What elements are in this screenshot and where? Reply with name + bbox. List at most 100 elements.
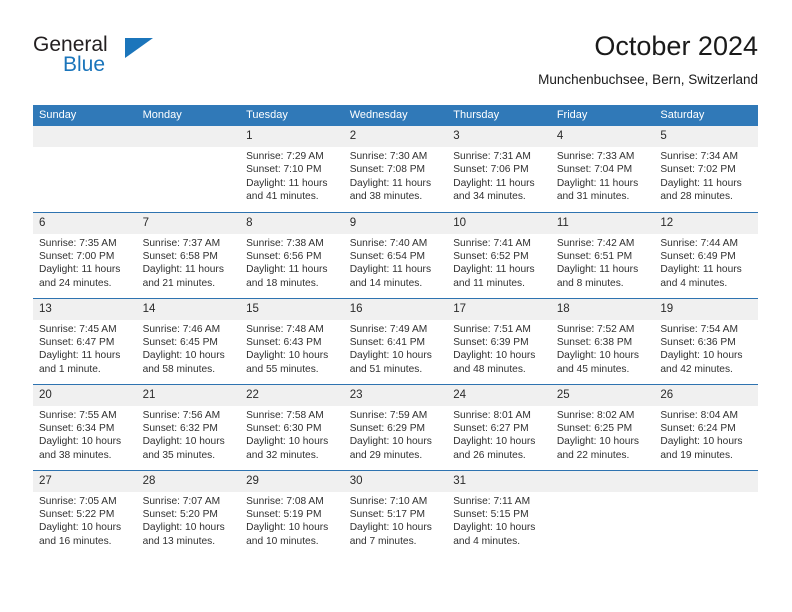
calendar-cell[interactable]: 27 Sunrise: 7:05 AM Sunset: 5:22 PM Dayl… (33, 469, 137, 556)
day-details: Sunrise: 8:02 AM Sunset: 6:25 PM Dayligh… (551, 406, 655, 463)
calendar-cell[interactable]: 25 Sunrise: 8:02 AM Sunset: 6:25 PM Dayl… (550, 383, 655, 470)
calendar-cell[interactable]: 26 Sunrise: 8:04 AM Sunset: 6:24 PM Dayl… (654, 383, 758, 470)
sunrise-text: Sunrise: 7:29 AM (246, 151, 324, 162)
daylight-text-line1: Daylight: 11 hours (349, 264, 432, 276)
calendar-table: Sunday Monday Tuesday Wednesday Thursday… (33, 105, 758, 556)
day-number: 19 (654, 298, 758, 320)
sunset-text: Sunset: 6:43 PM (246, 336, 322, 348)
calendar-header-row: Sunday Monday Tuesday Wednesday Thursday… (33, 105, 758, 126)
calendar-cell[interactable] (136, 126, 241, 212)
daylight-text-line1: Daylight: 10 hours (142, 436, 225, 448)
calendar-cell[interactable]: 1 Sunrise: 7:29 AM Sunset: 7:10 PM Dayli… (240, 126, 344, 212)
calendar-cell[interactable]: 19 Sunrise: 7:54 AM Sunset: 6:36 PM Dayl… (654, 297, 758, 384)
sunset-text: Sunset: 5:17 PM (349, 508, 426, 520)
calendar-cell[interactable] (33, 126, 137, 212)
daylight-text-line1: Daylight: 10 hours (246, 522, 329, 534)
logo-secondary-text: Blue (63, 53, 106, 76)
day-number: 21 (136, 384, 241, 406)
calendar-cell[interactable]: 20 Sunrise: 7:55 AM Sunset: 6:34 PM Dayl… (33, 383, 137, 470)
daylight-text-line1: Daylight: 11 hours (660, 177, 742, 189)
day-number: 29 (240, 470, 344, 492)
calendar-cell[interactable]: 6 Sunrise: 7:35 AM Sunset: 7:00 PM Dayli… (33, 211, 137, 298)
day-details: Sunrise: 7:40 AM Sunset: 6:54 PM Dayligh… (344, 234, 448, 291)
day-number: 12 (654, 212, 758, 234)
calendar-cell[interactable]: 14 Sunrise: 7:46 AM Sunset: 6:45 PM Dayl… (136, 297, 241, 384)
calendar-body: 1 Sunrise: 7:29 AM Sunset: 7:10 PM Dayli… (33, 126, 758, 556)
page-title: October 2024 (594, 31, 758, 61)
day-details: Sunrise: 7:35 AM Sunset: 7:00 PM Dayligh… (33, 234, 137, 291)
sunset-text: Sunset: 6:45 PM (142, 336, 218, 348)
calendar-week-row: 20 Sunrise: 7:55 AM Sunset: 6:34 PM Dayl… (33, 383, 758, 470)
day-number: 14 (136, 298, 241, 320)
sunset-text: Sunset: 6:24 PM (660, 422, 736, 434)
daylight-text-line1: Daylight: 10 hours (246, 350, 329, 362)
daylight-text-line2: and 19 minutes. (660, 449, 733, 461)
sunrise-text: Sunrise: 7:55 AM (39, 409, 117, 421)
day-details (137, 147, 241, 150)
day-details: Sunrise: 7:33 AM Sunset: 7:04 PM Dayligh… (551, 147, 655, 204)
day-details: Sunrise: 7:42 AM Sunset: 6:51 PM Dayligh… (551, 234, 655, 291)
calendar-cell[interactable]: 10 Sunrise: 7:41 AM Sunset: 6:52 PM Dayl… (447, 211, 551, 298)
day-details: Sunrise: 7:05 AM Sunset: 5:22 PM Dayligh… (33, 492, 137, 549)
calendar-cell[interactable]: 29 Sunrise: 7:08 AM Sunset: 5:19 PM Dayl… (240, 469, 344, 556)
day-number: 27 (33, 470, 137, 492)
calendar-cell[interactable]: 12 Sunrise: 7:44 AM Sunset: 6:49 PM Dayl… (654, 211, 758, 298)
calendar-cell[interactable]: 28 Sunrise: 7:07 AM Sunset: 5:20 PM Dayl… (136, 469, 241, 556)
calendar-cell[interactable]: 15 Sunrise: 7:48 AM Sunset: 6:43 PM Dayl… (240, 297, 344, 384)
calendar-cell[interactable]: 16 Sunrise: 7:49 AM Sunset: 6:41 PM Dayl… (343, 297, 448, 384)
calendar-cell[interactable]: 4 Sunrise: 7:33 AM Sunset: 7:04 PM Dayli… (550, 126, 655, 212)
calendar-cell[interactable]: 21 Sunrise: 7:56 AM Sunset: 6:32 PM Dayl… (136, 383, 241, 470)
calendar-cell[interactable]: 30 Sunrise: 7:10 AM Sunset: 5:17 PM Dayl… (343, 469, 448, 556)
calendar-cell[interactable]: 17 Sunrise: 7:51 AM Sunset: 6:39 PM Dayl… (447, 297, 551, 384)
daylight-text-line1: Daylight: 10 hours (660, 436, 743, 448)
sunset-text: Sunset: 6:56 PM (246, 250, 322, 262)
daylight-text-line2: and 22 minutes. (556, 449, 630, 461)
calendar-cell[interactable]: 31 Sunrise: 7:11 AM Sunset: 5:15 PM Dayl… (447, 469, 551, 556)
sunrise-text: Sunrise: 7:11 AM (453, 495, 531, 507)
sunset-text: Sunset: 5:20 PM (142, 508, 218, 520)
daylight-text-line1: Daylight: 10 hours (660, 350, 743, 362)
day-details (33, 147, 137, 150)
daylight-text-line1: Daylight: 11 hours (246, 264, 328, 276)
calendar-cell[interactable]: 5 Sunrise: 7:34 AM Sunset: 7:02 PM Dayli… (654, 126, 758, 212)
calendar-cell[interactable]: 2 Sunrise: 7:30 AM Sunset: 7:08 PM Dayli… (343, 126, 448, 212)
calendar-cell[interactable]: 23 Sunrise: 7:59 AM Sunset: 6:29 PM Dayl… (343, 383, 448, 470)
calendar-cell[interactable]: 18 Sunrise: 7:52 AM Sunset: 6:38 PM Dayl… (550, 297, 655, 384)
weekday-header-friday: Friday (550, 105, 655, 126)
calendar-cell[interactable]: 13 Sunrise: 7:45 AM Sunset: 6:47 PM Dayl… (33, 297, 137, 384)
calendar-cell[interactable]: 11 Sunrise: 7:42 AM Sunset: 6:51 PM Dayl… (550, 211, 655, 298)
calendar-cell[interactable]: 9 Sunrise: 7:40 AM Sunset: 6:54 PM Dayli… (343, 211, 448, 298)
daylight-text-line2: and 38 minutes. (39, 449, 112, 461)
sunrise-text: Sunrise: 7:56 AM (142, 409, 221, 421)
daylight-text-line1: Daylight: 10 hours (39, 436, 122, 448)
sunrise-text: Sunrise: 8:02 AM (556, 409, 635, 421)
sunrise-text: Sunrise: 7:49 AM (349, 323, 428, 335)
calendar-cell[interactable]: 3 Sunrise: 7:31 AM Sunset: 7:06 PM Dayli… (447, 126, 551, 212)
calendar-cell[interactable]: 24 Sunrise: 8:01 AM Sunset: 6:27 PM Dayl… (447, 383, 551, 470)
sunset-text: Sunset: 6:34 PM (39, 422, 115, 434)
day-number (136, 126, 241, 147)
calendar-cell[interactable]: 8 Sunrise: 7:38 AM Sunset: 6:56 PM Dayli… (240, 211, 344, 298)
day-details: Sunrise: 7:59 AM Sunset: 6:29 PM Dayligh… (344, 406, 448, 463)
day-details: Sunrise: 7:34 AM Sunset: 7:02 PM Dayligh… (654, 147, 758, 204)
daylight-text-line2: and 31 minutes. (556, 191, 630, 203)
sunset-text: Sunset: 6:51 PM (556, 250, 633, 262)
day-number: 6 (33, 212, 137, 234)
day-details: Sunrise: 7:41 AM Sunset: 6:52 PM Dayligh… (447, 234, 551, 291)
day-number (550, 470, 655, 492)
day-number: 22 (240, 384, 344, 406)
calendar-cell[interactable] (654, 469, 758, 556)
day-number: 20 (33, 384, 137, 406)
day-details: Sunrise: 7:48 AM Sunset: 6:43 PM Dayligh… (240, 320, 344, 377)
calendar-cell[interactable]: 7 Sunrise: 7:37 AM Sunset: 6:58 PM Dayli… (136, 211, 241, 298)
calendar-cell[interactable] (550, 469, 655, 556)
daylight-text-line1: Daylight: 10 hours (453, 522, 536, 534)
daylight-text-line1: Daylight: 10 hours (349, 350, 432, 362)
triangle-icon (125, 38, 153, 58)
daylight-text-line2: and 28 minutes. (660, 191, 733, 203)
general-blue-logo[interactable]: General Blue (33, 33, 163, 85)
day-details: Sunrise: 7:38 AM Sunset: 6:56 PM Dayligh… (240, 234, 344, 291)
day-details: Sunrise: 7:08 AM Sunset: 5:19 PM Dayligh… (240, 492, 344, 549)
daylight-text-line2: and 42 minutes. (660, 363, 733, 375)
calendar-cell[interactable]: 22 Sunrise: 7:58 AM Sunset: 6:30 PM Dayl… (240, 383, 344, 470)
